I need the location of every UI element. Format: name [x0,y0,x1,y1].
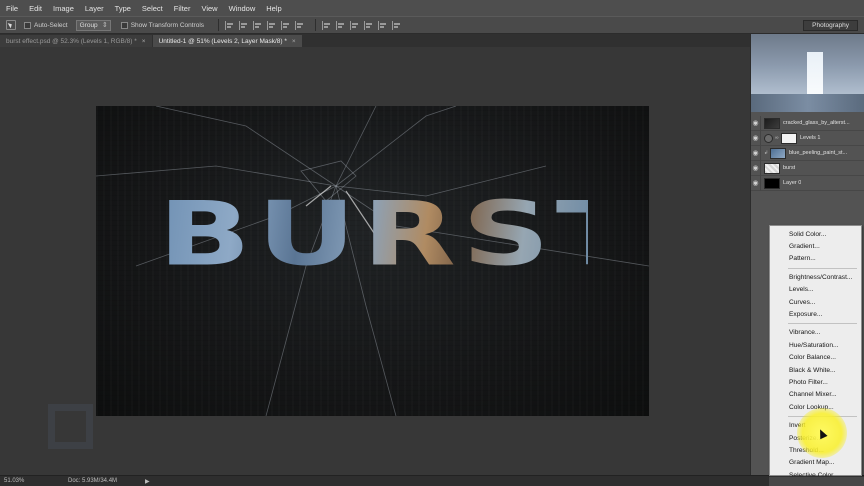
menu-item-gradient[interactable]: Gradient... [770,240,861,252]
status-menu-arrow-icon[interactable]: ▶ [145,478,150,485]
navigator-preview [751,34,864,112]
canvas-area[interactable]: BURST [0,47,750,475]
layer-row[interactable]: ◉ burst [751,160,864,176]
tab-burst-effect[interactable]: burst effect.psd @ 52.3% (Levels 1, RGB/… [0,35,152,47]
distribute-hcenter-icon[interactable] [378,20,387,30]
adjustment-layer-menu: Solid Color... Gradient... Pattern... Br… [769,225,862,479]
layer-row[interactable]: ◉ ↲ blue_peeling_paint_st... [751,145,864,161]
close-icon[interactable]: × [292,38,296,45]
eye-icon[interactable]: ◉ [751,115,761,131]
menu-item-invert[interactable]: Invert [770,419,861,431]
selection-ghost [48,404,93,449]
layers-panel: ◉ cracked_glass_by_alterst... ◉ ∞ Levels… [751,115,864,191]
layer-thumbnail [764,162,780,174]
distribute-top-icon[interactable] [322,20,331,30]
menu-help[interactable]: Help [266,4,281,13]
workspace-label: Photography [812,22,849,29]
layer-name: Layer 0 [783,180,802,186]
menu-item-black-white[interactable]: Black & White... [770,364,861,376]
menu-item-channel-mixer[interactable]: Channel Mixer... [770,389,861,401]
layers-panel-footer [769,476,864,486]
transform-controls-label: Show Transform Controls [130,21,205,29]
menu-bar: File Edit Image Layer Type Select Filter… [0,0,864,16]
menu-item-exposure[interactable]: Exposure... [770,308,861,320]
auto-select-mode-dropdown[interactable]: Group [75,19,111,31]
move-tool-icon[interactable] [6,20,16,30]
layer-name: burst [783,165,796,171]
distribute-bottom-icon[interactable] [350,20,359,30]
menu-image[interactable]: Image [53,4,74,13]
menu-item-brightness-contrast[interactable]: Brightness/Contrast... [770,271,861,283]
workspace-switcher[interactable]: Photography [803,20,858,31]
layer-name: blue_peeling_paint_st... [789,150,848,156]
menu-item-color-lookup[interactable]: Color Lookup... [770,401,861,413]
clip-arrow-icon: ↲ [764,150,769,156]
auto-select-checkbox[interactable] [24,21,31,29]
status-bar: 51.03% Doc: 5.93M/34.4M ▶ [0,475,864,486]
menu-select[interactable]: Select [142,4,163,13]
zoom-level[interactable]: 51.03% [4,478,32,484]
options-divider [315,19,317,31]
options-bar: Auto-Select Group Show Transform Control… [0,16,864,34]
document-canvas[interactable]: BURST [96,106,649,416]
menu-divider [788,267,857,269]
auto-select-mode-value: Group [79,21,98,29]
tab-untitled-1[interactable]: Untitled-1 @ 51% (Levels 2, Layer Mask/8… [152,35,302,47]
transform-controls-checkbox[interactable] [120,21,128,29]
layer-thumbnail [764,177,780,189]
eye-icon[interactable]: ◉ [751,175,761,191]
tab-label: burst effect.psd @ 52.3% (Levels 1, RGB/… [6,37,137,45]
doc-size: Doc: 5.93M/34.4M [68,478,118,484]
document-tabs: burst effect.psd @ 52.3% (Levels 1, RGB/… [0,34,750,47]
eye-icon[interactable]: ◉ [751,130,761,146]
layer-row[interactable]: ◉ cracked_glass_by_alterst... [751,115,864,131]
menu-layer[interactable]: Layer [85,4,104,13]
align-vcenter-icon[interactable] [239,20,248,30]
eye-icon[interactable]: ◉ [751,145,761,161]
menu-item-posterize[interactable]: Posterize... [770,432,861,444]
layer-row[interactable]: ◉ Layer 0 [751,175,864,191]
align-bottom-icon[interactable] [253,20,262,30]
align-right-icon[interactable] [295,20,304,30]
distribute-right-icon[interactable] [392,20,401,30]
menu-item-gradient-map[interactable]: Gradient Map... [770,457,861,469]
menu-item-curves[interactable]: Curves... [770,296,861,308]
close-icon[interactable]: × [142,38,146,45]
burst-headline: BURST [158,183,646,286]
align-left-icon[interactable] [267,20,276,30]
menu-file[interactable]: File [6,4,18,13]
menu-item-vibrance[interactable]: Vibrance... [770,327,861,339]
menu-divider [788,415,857,417]
menu-item-photo-filter[interactable]: Photo Filter... [770,376,861,388]
layer-name: cracked_glass_by_alterst... [783,120,850,126]
menu-item-color-balance[interactable]: Color Balance... [770,352,861,364]
align-top-icon[interactable] [225,20,234,30]
distribute-vcenter-icon[interactable] [336,20,345,30]
distribute-left-icon[interactable] [364,20,373,30]
menu-divider [788,323,857,325]
menu-item-threshold[interactable]: Threshold... [770,444,861,456]
layer-name: Levels 1 [800,135,821,141]
auto-select-label: Auto-Select [34,21,68,29]
menu-edit[interactable]: Edit [29,4,42,13]
menu-filter[interactable]: Filter [174,4,191,13]
tab-label: Untitled-1 @ 51% (Levels 2, Layer Mask/8… [158,37,287,45]
menu-item-solid-color[interactable]: Solid Color... [770,228,861,240]
menu-view[interactable]: View [201,4,217,13]
menu-item-pattern[interactable]: Pattern... [770,253,861,265]
layer-mask-thumbnail [781,132,797,144]
menu-item-hue-saturation[interactable]: Hue/Saturation... [770,339,861,351]
layer-thumbnail [770,147,786,159]
layer-thumbnail [764,117,780,129]
layer-row[interactable]: ◉ ∞ Levels 1 [751,130,864,146]
align-hcenter-icon[interactable] [281,20,290,30]
menu-item-levels[interactable]: Levels... [770,284,861,296]
menu-type[interactable]: Type [115,4,131,13]
eye-icon[interactable]: ◉ [751,160,761,176]
menu-window[interactable]: Window [229,4,256,13]
link-icon: ∞ [775,135,779,141]
adjustment-icon [764,133,773,143]
options-divider [218,19,220,31]
